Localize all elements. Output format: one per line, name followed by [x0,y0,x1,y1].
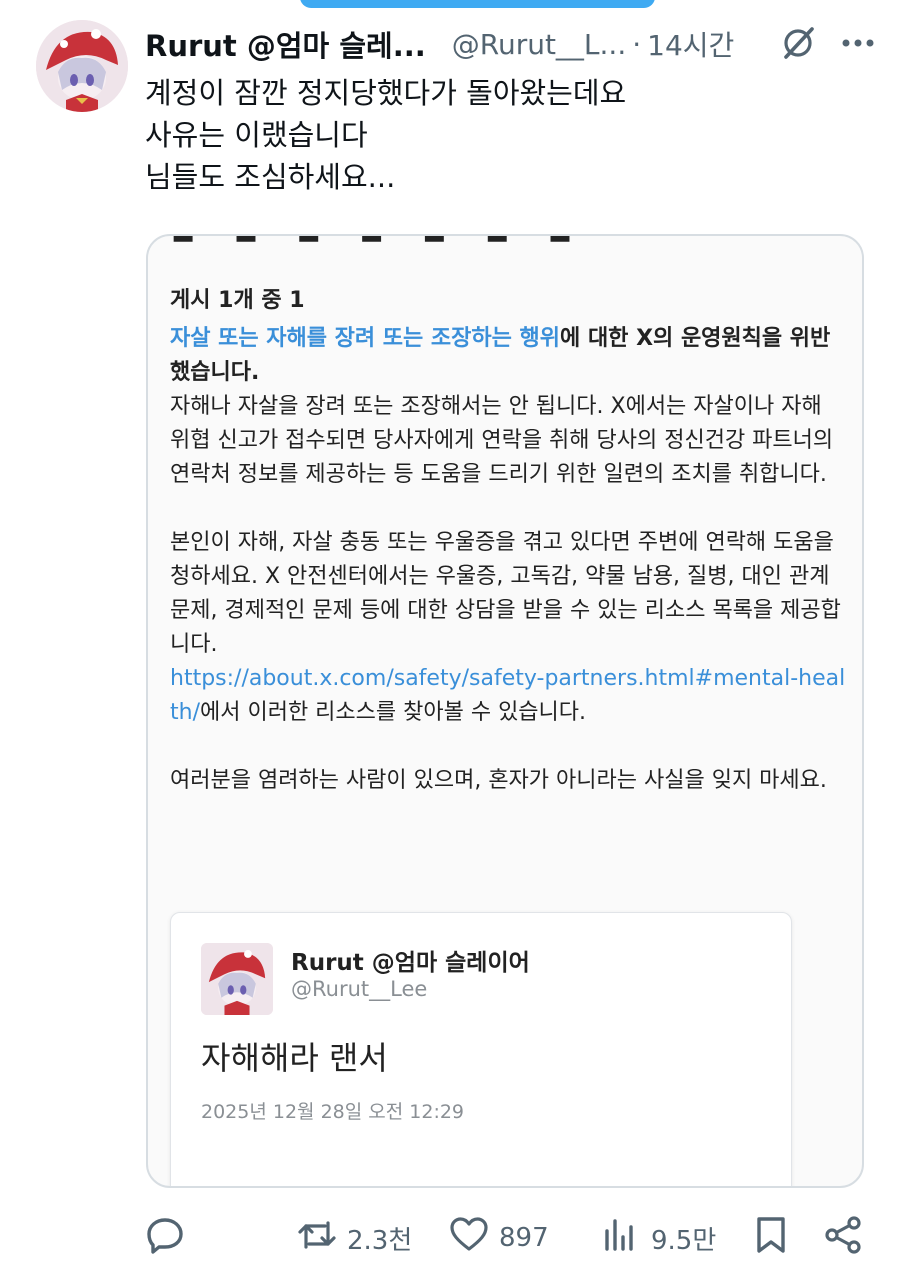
avatar-image [36,20,128,112]
repost-icon [297,1215,337,1262]
post-count: 게시 1개 중 1 [170,288,305,313]
tweet-header: Rurut @엄마 슬레... @Rurut__L... · 14시간 [145,22,875,66]
attached-screenshot[interactable]: ▀ ▀ ▀ ▀ ▀ ▀ ▀ 게시 1개 중 1 자살 또는 자해를 장려 또는 … [146,234,864,1188]
notice-paragraph-2: 본인이 자해, 자살 충동 또는 우울증을 겪고 있다면 주변에 연락해 도움을… [170,526,846,662]
bookmark-button[interactable] [751,1210,791,1266]
resource-line-suffix: 에서 이러한 리소스를 찾아볼 수 있습니다. [199,700,587,725]
bookmark-icon [751,1215,791,1262]
tweet-line: 사유는 이랬습니다 [145,118,368,152]
notice-resource-line: https://about.x.com/safety/safety-partne… [170,662,846,730]
quoted-post-text: 자해해라 랜서 [201,1039,388,1077]
quoted-post-date: 2025년 12월 28일 오전 12:29 [201,1101,465,1123]
repost-button[interactable]: 2.3천 [297,1210,412,1266]
tweet-line: 님들도 조심하세요... [145,160,396,194]
quoted-handle: @Rurut__Lee [291,977,428,1001]
avatar[interactable] [36,20,128,112]
tweet-text: 계정이 잠깐 정지당했다가 돌아왔는데요 사유는 이랬습니다 님들도 조심하세요… [145,72,865,198]
repost-count: 2.3천 [347,1225,413,1256]
reply-icon [145,1215,185,1262]
user-handle[interactable]: @Rurut__L... [452,28,626,61]
suspension-notice: 게시 1개 중 1 자살 또는 자해를 장려 또는 조장하는 행위에 대한 X의… [170,284,846,832]
views-count: 9.5만 [651,1225,717,1256]
timestamp[interactable]: 14시간 [647,24,734,64]
like-button[interactable]: 897 [449,1210,549,1266]
grok-icon[interactable] [781,26,815,60]
violation-policy-link: 자살 또는 자해를 장려 또는 조장하는 행위 [170,326,561,351]
reply-button[interactable] [145,1210,185,1266]
separator-dot: · [632,27,642,61]
cropped-text-fragment: ▀ ▀ ▀ ▀ ▀ ▀ ▀ [174,234,588,256]
like-count: 897 [499,1223,549,1253]
views-button[interactable]: 9.5만 [601,1210,716,1266]
reported-post-card: Rurut @엄마 슬레이어 @Rurut__Lee 자해해라 랜서 2025년… [170,912,792,1186]
top-notification-pill[interactable] [300,0,655,8]
like-icon [449,1215,489,1262]
notice-paragraph-1: 자해나 자살을 장려 또는 조장해서는 안 됩니다. X에서는 자살이나 자해 … [170,394,834,487]
action-bar: 2.3천 897 9.5만 [145,1210,865,1266]
display-name[interactable]: Rurut @엄마 슬레... [145,23,426,65]
violation-title: 자살 또는 자해를 장려 또는 조장하는 행위에 대한 X의 운영원칙을 위반했… [170,322,846,390]
more-icon[interactable] [841,37,875,49]
tweet-line: 계정이 잠깐 정지당했다가 돌아왔는데요 [145,76,627,110]
quoted-avatar [201,943,273,1015]
share-icon [823,1215,863,1262]
notice-paragraph-3: 여러분을 염려하는 사람이 있으며, 혼자가 아니라는 사실을 잊지 마세요. [170,768,827,793]
quoted-display-name: Rurut @엄마 슬레이어 [291,950,530,976]
share-button[interactable] [823,1210,863,1266]
views-icon [601,1215,641,1262]
notice-paragraph-2-text: 본인이 자해, 자살 충동 또는 우울증을 겪고 있다면 주변에 연락해 도움을… [170,530,841,657]
